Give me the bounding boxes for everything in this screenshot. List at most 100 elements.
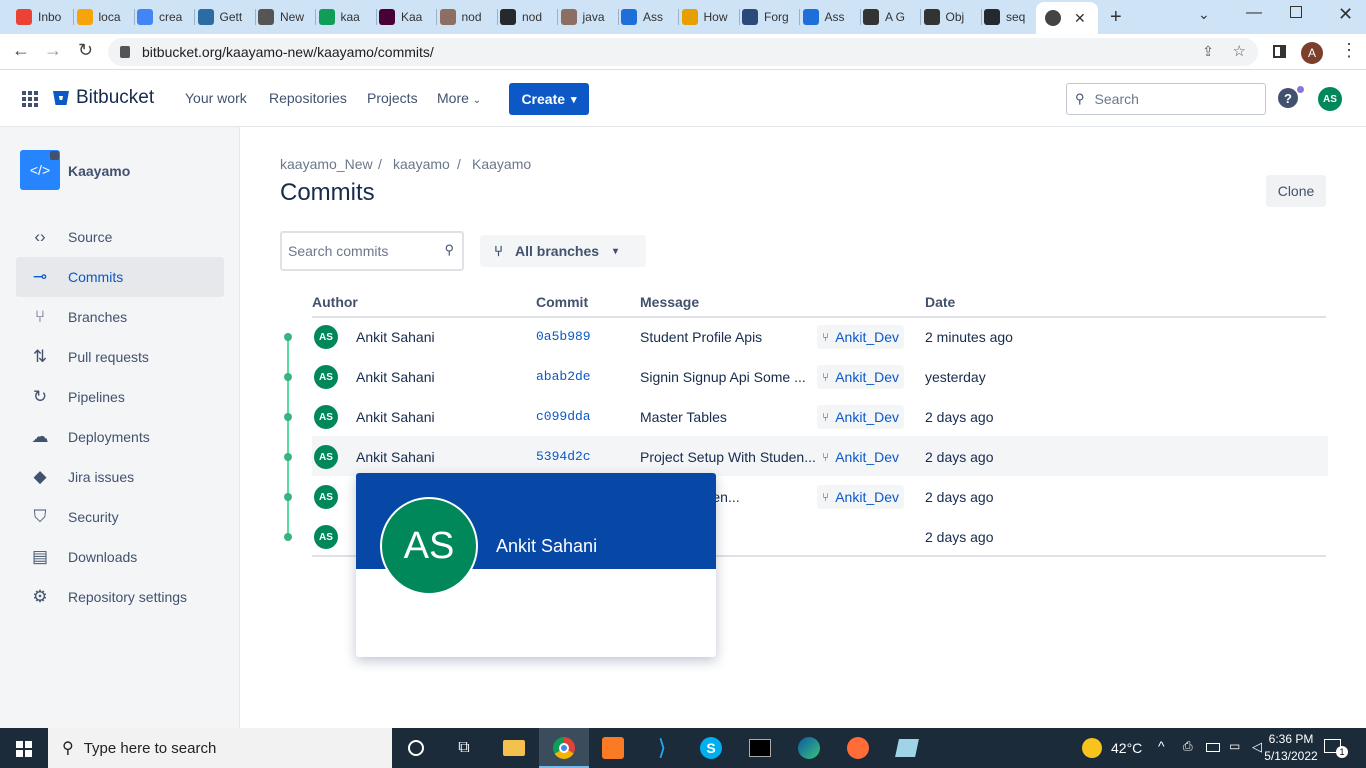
file-explorer-icon[interactable]: [502, 736, 526, 760]
browser-tab[interactable]: kaa: [318, 4, 377, 30]
global-search-input[interactable]: ⚲ Search: [1066, 83, 1266, 115]
branch-label[interactable]: ⑂ Ankit_Dev: [817, 325, 905, 349]
breadcrumb-repo[interactable]: Kaayamo: [472, 156, 531, 172]
forward-icon[interactable]: →: [44, 40, 62, 61]
vscode-icon[interactable]: ⟩: [650, 735, 674, 760]
app-icon[interactable]: [895, 736, 919, 760]
commit-hash[interactable]: abab2de: [536, 369, 591, 384]
branch-label[interactable]: ⑂ Ankit_Dev: [817, 485, 905, 509]
author-avatar[interactable]: AS: [314, 445, 338, 469]
sidebar-item-source[interactable]: ‹› Source: [16, 217, 224, 257]
commit-message[interactable]: Signin Signup Api Some ...: [640, 369, 815, 385]
user-avatar[interactable]: AS: [1318, 87, 1342, 111]
sidebar-item-jira-issues[interactable]: ◆ Jira issues: [16, 457, 224, 497]
clock-time[interactable]: 6:36 PM: [1261, 732, 1321, 746]
show-hidden-icons[interactable]: ^: [1158, 738, 1165, 754]
repo-name[interactable]: Kaayamo: [68, 163, 130, 179]
branch-label[interactable]: ⑂ Ankit_Dev: [817, 365, 905, 389]
app-switcher-icon[interactable]: [22, 91, 38, 107]
commit-search-input[interactable]: Search commits ⚲: [280, 231, 464, 271]
clock-date[interactable]: 5/13/2022: [1253, 749, 1329, 763]
cortana-icon[interactable]: [404, 736, 428, 760]
table-row[interactable]: AS Ankit Sahani c099dda Master Tables ⑂ Ankit…: [312, 396, 1328, 436]
commit-message[interactable]: Project Setup With Studen...: [640, 449, 815, 465]
browser-tab[interactable]: How: [681, 4, 740, 30]
branch-label[interactable]: ⑂ Ankit_Dev: [817, 445, 905, 469]
browser-tab[interactable]: crea: [137, 4, 195, 30]
taskbar-search-input[interactable]: ⚲ Type here to search: [48, 728, 392, 768]
browser-tab[interactable]: Forg: [742, 4, 800, 30]
browser-tab[interactable]: A G: [863, 4, 921, 30]
active-tab[interactable]: ✕: [1036, 2, 1098, 34]
minimize-button[interactable]: —: [1246, 4, 1262, 22]
nav-repositories[interactable]: Repositories: [269, 90, 347, 106]
weather-temp[interactable]: 42°C: [1111, 740, 1142, 756]
network-icon[interactable]: ▭: [1229, 739, 1240, 753]
browser-tab[interactable]: seq: [984, 4, 1042, 30]
browser-tab[interactable]: java: [560, 4, 619, 30]
browser-tab[interactable]: New: [258, 4, 316, 30]
table-row[interactable]: AS Ankit Sahani abab2de Signin Signup Api S…: [312, 356, 1328, 396]
back-icon[interactable]: ←: [12, 40, 30, 61]
bookmark-star-icon[interactable]: ☆: [1233, 42, 1246, 60]
browser-tab[interactable]: nod: [500, 4, 558, 30]
bitbucket-logo[interactable]: Bitbucket: [52, 87, 154, 109]
profile-avatar[interactable]: A: [1301, 42, 1323, 64]
branch-label[interactable]: ⑂ Ankit_Dev: [817, 405, 905, 429]
windows-start-icon[interactable]: [16, 741, 32, 757]
new-tab-button[interactable]: +: [1110, 6, 1122, 29]
browser-tab[interactable]: Gett: [197, 4, 256, 30]
xampp-icon[interactable]: [601, 736, 625, 760]
share-icon[interactable]: ⇪: [1202, 43, 1214, 60]
branch-filter-dropdown[interactable]: ⑂ All branches ▾: [480, 235, 646, 267]
task-view-icon[interactable]: ⧉: [452, 736, 476, 760]
commit-message[interactable]: Student Profile Apis: [640, 329, 815, 345]
table-row[interactable]: AS Ankit Sahani 5394d2c Project Setup With …: [312, 436, 1328, 476]
commit-hash[interactable]: 5394d2c: [536, 449, 591, 464]
sidebar-item-downloads[interactable]: ▤ Downloads: [16, 537, 224, 577]
author-avatar[interactable]: AS: [314, 485, 338, 509]
commit-message[interactable]: Master Tables: [640, 409, 815, 425]
address-bar[interactable]: bitbucket.org/kaayamo-new/kaayamo/commit…: [108, 38, 1258, 66]
tab-search-icon[interactable]: ⌄: [1198, 6, 1210, 23]
author-avatar[interactable]: AS: [314, 405, 338, 429]
reload-icon[interactable]: ↻: [78, 40, 93, 61]
postman-icon[interactable]: [846, 736, 870, 760]
nav-projects[interactable]: Projects: [367, 90, 418, 106]
tab-close-icon[interactable]: ✕: [1074, 10, 1086, 27]
author-avatar[interactable]: AS: [314, 525, 338, 549]
table-row[interactable]: AS Ankit Sahani 0a5b989 Student Profile Api…: [312, 316, 1328, 356]
sidebar-item-security[interactable]: ⛉ Security: [16, 497, 224, 537]
browser-tab[interactable]: Inbo: [16, 4, 74, 30]
nav-more[interactable]: More ⌄: [437, 90, 481, 106]
breadcrumb-workspace[interactable]: kaayamo_New: [280, 156, 373, 172]
clone-button[interactable]: Clone: [1266, 175, 1326, 207]
browser-tab[interactable]: Ass: [802, 4, 861, 30]
battery-icon[interactable]: [1206, 743, 1220, 752]
edge-icon[interactable]: [797, 736, 821, 760]
skype-icon[interactable]: S: [699, 736, 723, 760]
browser-tab[interactable]: nod: [439, 4, 498, 30]
help-icon[interactable]: ?: [1278, 88, 1298, 108]
sidebar-item-deployments[interactable]: ☁ Deployments: [16, 417, 224, 457]
browser-tab[interactable]: Ass: [621, 4, 679, 30]
sidebar-item-pipelines[interactable]: ↻ Pipelines: [16, 377, 224, 417]
breadcrumb-project[interactable]: kaayamo: [393, 156, 450, 172]
commit-hash[interactable]: 0a5b989: [536, 329, 591, 344]
sidebar-item-commits[interactable]: ⊸ Commits: [16, 257, 224, 297]
weather-icon[interactable]: [1080, 736, 1104, 760]
sidebar-item-repository-settings[interactable]: ⚙ Repository settings: [16, 577, 224, 617]
author-avatar[interactable]: AS: [314, 325, 338, 349]
browser-tab[interactable]: Obj: [923, 4, 982, 30]
commit-hash[interactable]: c099dda: [536, 409, 591, 424]
close-window-button[interactable]: ✕: [1338, 4, 1353, 25]
sidebar-item-pull-requests[interactable]: ⇅ Pull requests: [16, 337, 224, 377]
meet-now-icon[interactable]: ⎙: [1183, 739, 1193, 754]
nav-your-work[interactable]: Your work: [185, 90, 247, 106]
author-avatar[interactable]: AS: [314, 365, 338, 389]
side-panel-icon[interactable]: [1273, 45, 1286, 58]
terminal-icon[interactable]: [748, 736, 772, 760]
maximize-button[interactable]: [1290, 6, 1302, 18]
sidebar-item-branches[interactable]: ⑂ Branches: [16, 297, 224, 337]
menu-icon[interactable]: ⋮: [1340, 40, 1358, 61]
